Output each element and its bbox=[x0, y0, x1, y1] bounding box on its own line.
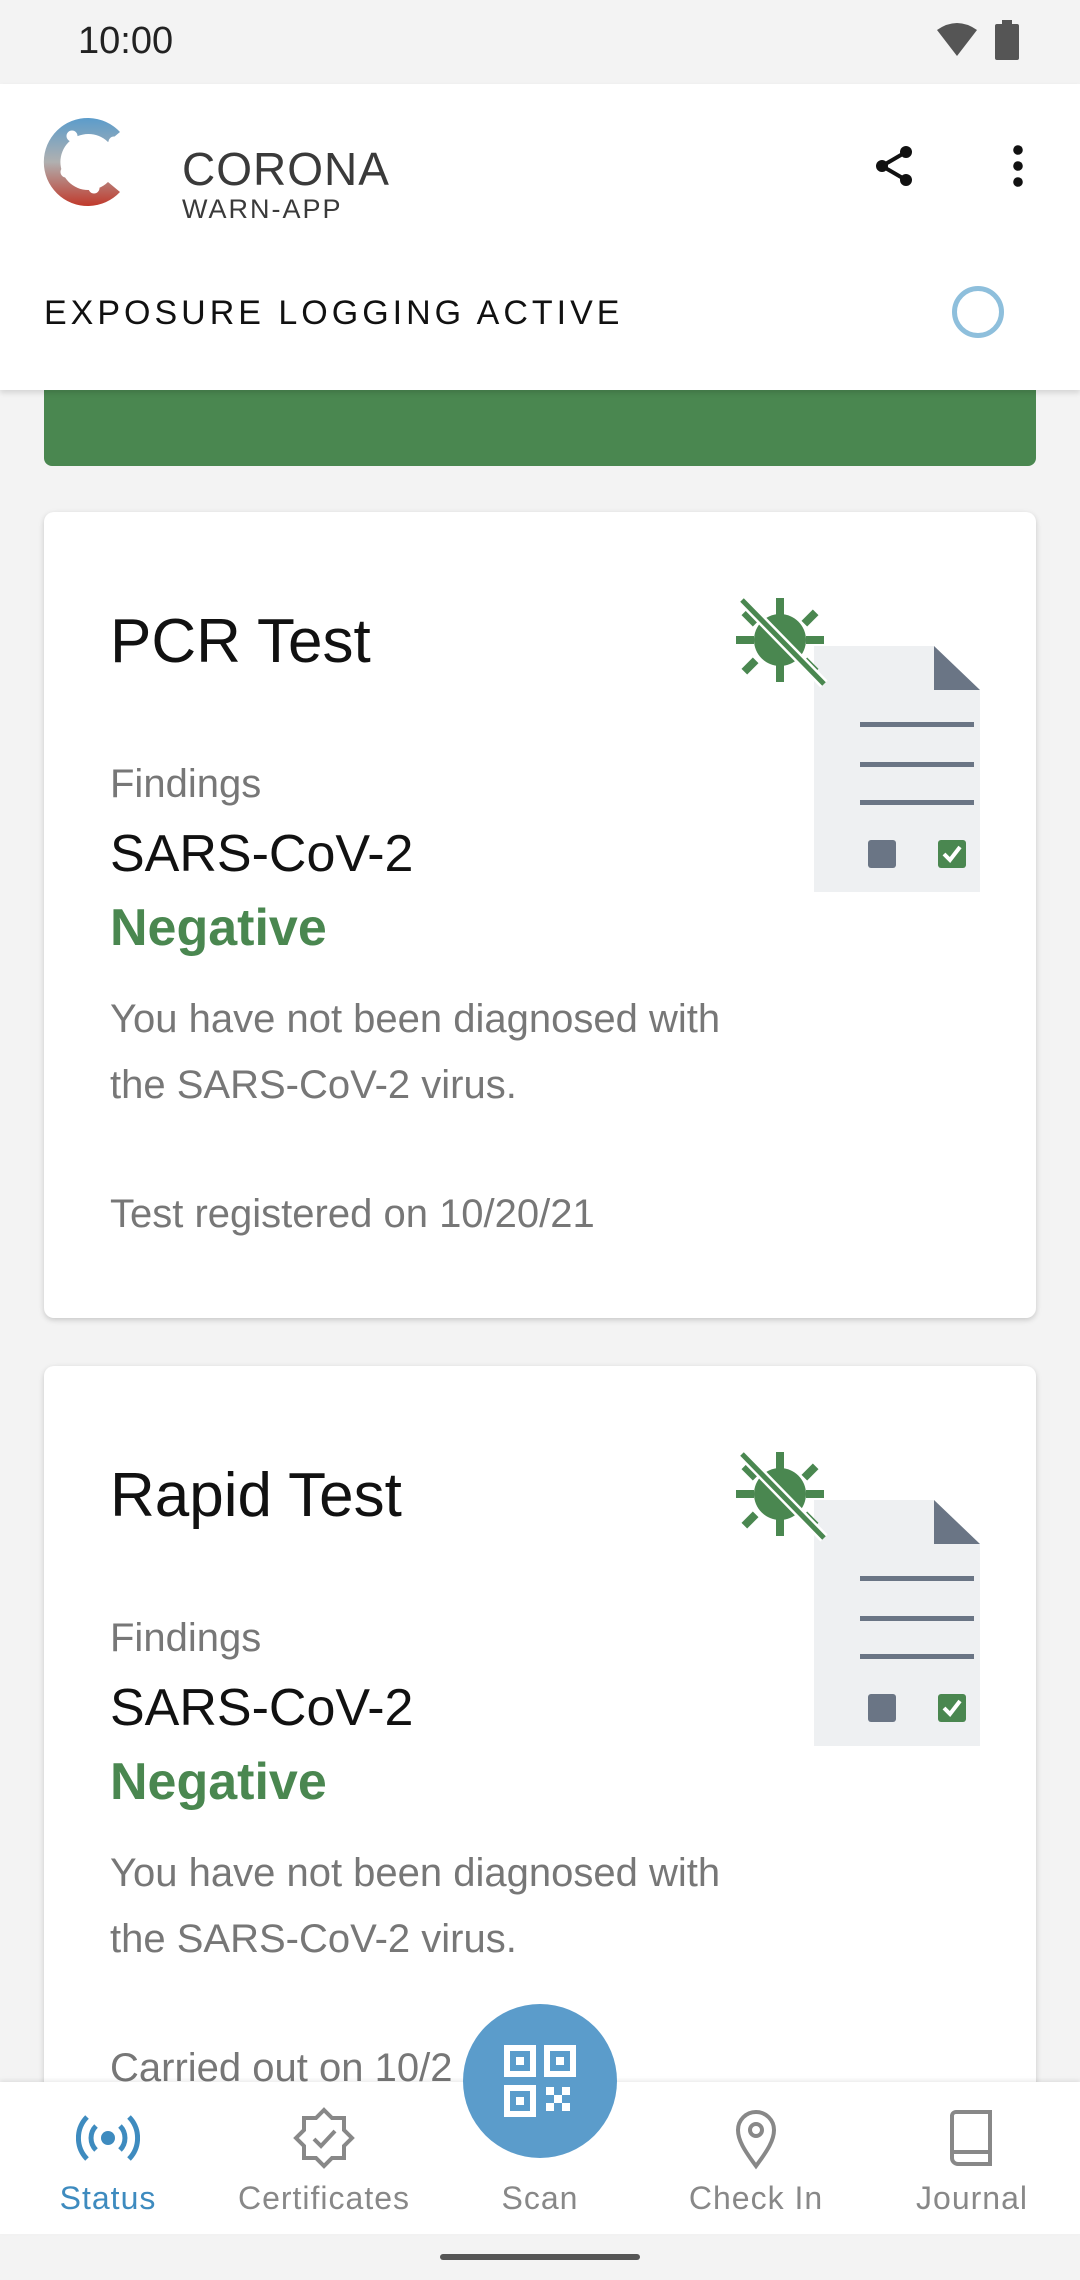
more-vert-icon bbox=[1013, 145, 1023, 187]
logo-title: CORONA bbox=[182, 143, 390, 195]
pcr-test-card[interactable]: PCR Test Findings SARS-CoV-2 Negative Yo… bbox=[44, 512, 1036, 1318]
scan-fab-button[interactable] bbox=[463, 2004, 617, 2158]
card-title: Rapid Test bbox=[110, 1461, 402, 1530]
app-logo: CORONA WARN-APP bbox=[42, 110, 389, 224]
risk-card-green[interactable] bbox=[44, 380, 1036, 466]
share-icon bbox=[876, 146, 912, 186]
status-time: 10:00 bbox=[78, 20, 174, 62]
virus-name: SARS-CoV-2 bbox=[110, 1679, 414, 1737]
broadcast-icon bbox=[76, 2115, 140, 2161]
certificate-badge-icon bbox=[293, 2107, 355, 2169]
more-options-button[interactable] bbox=[980, 128, 1056, 204]
nav-status[interactable]: Status bbox=[0, 2082, 216, 2234]
test-result: Negative bbox=[110, 1753, 327, 1811]
book-icon bbox=[950, 2110, 992, 2166]
card-title: PCR Test bbox=[110, 607, 371, 676]
nav-journal[interactable]: Journal bbox=[864, 2082, 1080, 2234]
nav-label: Check In bbox=[688, 2180, 824, 2216]
qr-code-icon bbox=[504, 2045, 576, 2117]
test-document-virus-icon bbox=[736, 1450, 980, 1746]
nav-label: Certificates bbox=[237, 2180, 411, 2216]
battery-icon bbox=[995, 20, 1019, 60]
virus-name: SARS-CoV-2 bbox=[110, 825, 414, 883]
findings-label: Findings bbox=[110, 762, 262, 806]
test-date: Test registered on 10/20/21 bbox=[110, 1192, 595, 1236]
app-header: CORONA WARN-APP EXPOSURE LOGGING ACTIVE bbox=[0, 84, 1080, 390]
nav-label: Journal bbox=[916, 2180, 1028, 2216]
status-bar: 10:00 bbox=[0, 0, 1080, 84]
progress-ring-icon bbox=[952, 286, 1004, 338]
gesture-handle[interactable] bbox=[440, 2254, 640, 2260]
location-pin-icon bbox=[735, 2110, 777, 2170]
exposure-logging-status[interactable]: EXPOSURE LOGGING ACTIVE bbox=[44, 294, 623, 333]
result-description: You have not been diagnosed with the SAR… bbox=[110, 1851, 721, 1961]
result-description: You have not been diagnosed with the SAR… bbox=[110, 997, 721, 1107]
nav-label: Scan bbox=[501, 2180, 579, 2216]
wifi-icon bbox=[937, 23, 977, 56]
corona-logo-icon bbox=[43, 118, 120, 206]
status-icons bbox=[936, 20, 1020, 60]
test-result: Negative bbox=[110, 899, 327, 957]
logo-subtitle: WARN-APP bbox=[182, 194, 343, 224]
nav-check-in[interactable]: Check In bbox=[648, 2082, 864, 2234]
nav-label: Status bbox=[59, 2180, 157, 2216]
share-button[interactable] bbox=[856, 128, 932, 204]
findings-label: Findings bbox=[110, 1616, 262, 1660]
test-document-virus-icon bbox=[736, 596, 980, 892]
nav-certificates[interactable]: Certificates bbox=[216, 2082, 432, 2234]
